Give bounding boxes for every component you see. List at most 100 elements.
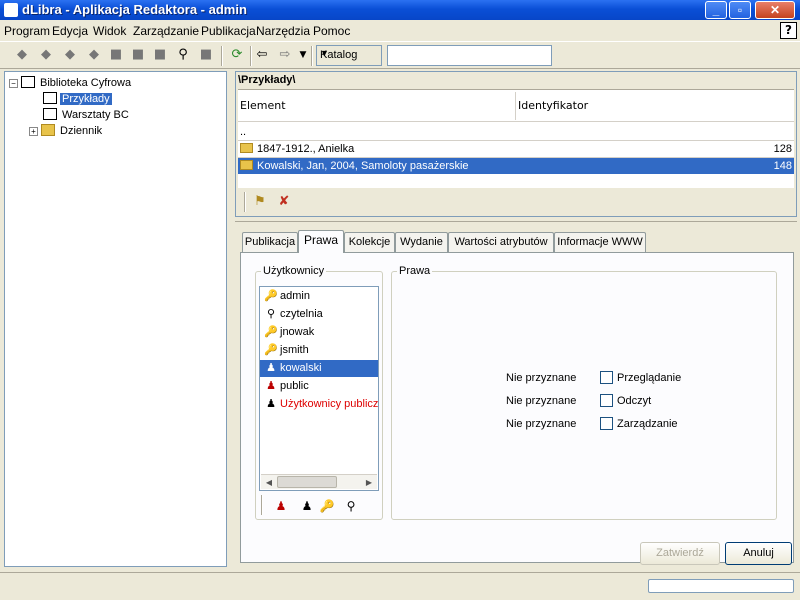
menu-program[interactable]: Program [4, 24, 50, 38]
catalog-select[interactable]: Katalog ▼ [316, 45, 382, 66]
rights-tab-panel: Użytkownicy 🔑 admin ⚲ czytelnia 🔑 jnowak 🔑 j… [240, 252, 794, 563]
tab-prawa[interactable]: Prawa [298, 230, 344, 253]
menu-publikacja[interactable]: Publikacja [201, 24, 256, 38]
minimize-button[interactable]: _ [705, 1, 727, 19]
element-list-panel: \Przykłady\ Element Identyfikator .. 184… [235, 71, 797, 217]
read-checkbox[interactable] [600, 394, 613, 407]
properties-icon[interactable]: ◆ [86, 47, 102, 63]
status-bar [0, 572, 800, 600]
manage-checkbox[interactable] [600, 417, 613, 430]
user-icon: ♟ [266, 362, 276, 374]
scroll-right-icon[interactable]: ▶ [362, 476, 376, 489]
element-table: Element Identyfikator .. 1847-1912., Ani… [238, 89, 794, 188]
book-icon [240, 143, 253, 153]
table-header: Element Identyfikator [238, 90, 794, 122]
public-user-button[interactable]: ♟ [272, 498, 290, 514]
ip-user-button[interactable]: ⚲ [342, 498, 360, 514]
public-user-icon: ♟ [266, 380, 276, 392]
tree-item-warsztaty[interactable]: Warsztaty BC [43, 108, 131, 121]
menu-edycja[interactable]: Edycja [52, 24, 88, 38]
journal-icon [41, 124, 55, 136]
folder-icon [21, 76, 35, 88]
manage-label: Zarządzanie [617, 418, 678, 430]
table-row-parent[interactable]: .. [238, 124, 794, 140]
rights-status: Nie przyznane [506, 372, 577, 384]
list-item[interactable]: ⚲ czytelnia [260, 306, 378, 323]
sync-icon[interactable]: ⟳ [229, 47, 245, 63]
chevron-down-icon: ▼ [320, 48, 329, 58]
list-item[interactable]: 🔑 jsmith [260, 342, 378, 359]
book-icon [240, 160, 253, 170]
ip-user-icon: ⚲ [266, 308, 276, 320]
tree-item-dziennik[interactable]: + Dziennik [29, 124, 104, 137]
table-row[interactable]: Kowalski, Jan, 2004, Samoloty pasażerski… [238, 158, 794, 174]
search-input[interactable] [387, 45, 552, 66]
list-item[interactable]: ♟ Użytkownicy publiczni [260, 396, 378, 413]
close-button[interactable]: ✕ [755, 1, 795, 19]
lock-icon[interactable]: ■ [108, 47, 124, 63]
tree-item-przyklady[interactable]: Przykłady [43, 92, 112, 105]
back-arrow-icon[interactable]: ⇦ [254, 47, 270, 63]
maximize-button[interactable]: ▫ [729, 1, 751, 19]
admin-user-icon: 🔑 [264, 290, 278, 302]
new-publication-icon[interactable]: ◆ [38, 47, 54, 63]
help-icon[interactable]: ? [780, 22, 797, 39]
users-list-scrollbar[interactable]: ◀ ▶ [261, 474, 377, 489]
collapse-icon[interactable]: − [9, 79, 18, 88]
read-label: Odczyt [617, 395, 652, 407]
menu-narzedzia[interactable]: Narzędzia [256, 24, 310, 38]
scroll-left-icon[interactable]: ◀ [262, 476, 276, 489]
tab-informacje-www[interactable]: Informacje WWW [554, 232, 646, 252]
current-path: \Przykłady\ [238, 74, 296, 86]
window-title: dLibra - Aplikacja Redaktora - admin [22, 2, 247, 17]
new-group-icon[interactable]: ◆ [62, 47, 78, 63]
tree-item-root[interactable]: − Biblioteka Cyfrowa [9, 76, 133, 89]
admin-user-button[interactable]: 🔑 [318, 498, 336, 514]
table-row[interactable]: 1847-1912., Anielka 128 [238, 141, 794, 157]
rights-status: Nie przyznane [506, 418, 577, 430]
edit-icon[interactable]: ■ [152, 47, 168, 63]
apply-button[interactable]: Zatwierdź [640, 542, 720, 565]
details-panel: Publikacja Prawa Kolekcje Wydanie Wartoś… [235, 221, 797, 567]
menu-pomoc[interactable]: Pomoc [313, 24, 350, 38]
help-publication-icon[interactable]: ⚑ [252, 194, 268, 210]
list-item[interactable]: ♟ public [260, 378, 378, 395]
admin-user-icon: 🔑 [264, 344, 278, 356]
scroll-thumb[interactable] [277, 476, 337, 488]
users-list: 🔑 admin ⚲ czytelnia 🔑 jnowak 🔑 jsmith ♟ kowal… [259, 286, 379, 491]
column-header-element[interactable]: Element [240, 99, 286, 112]
folder-icon [43, 108, 57, 120]
users-legend: Użytkownicy [261, 265, 327, 277]
refresh-icon[interactable]: ■ [198, 47, 214, 63]
browse-label: Przeglądanie [617, 372, 682, 384]
delete-icon[interactable]: ■ [130, 47, 146, 63]
menu-zarzadzanie[interactable]: Zarządzanie [133, 24, 199, 38]
expand-icon[interactable]: + [29, 127, 38, 136]
menu-widok[interactable]: Widok [93, 24, 126, 38]
tab-publikacja[interactable]: Publikacja [242, 232, 298, 252]
title-bar: dLibra - Aplikacja Redaktora - admin _ ▫… [0, 0, 800, 20]
list-item[interactable]: 🔑 admin [260, 288, 378, 305]
remove-publication-icon[interactable]: ✘ [276, 194, 292, 210]
tab-wartosci-atrybutow[interactable]: Wartości atrybutów [448, 232, 554, 252]
list-item[interactable]: 🔑 jnowak [260, 324, 378, 341]
column-header-identifier[interactable]: Identyfikator [518, 99, 588, 112]
progress-bar [648, 579, 794, 593]
new-directory-icon[interactable]: ◆ [14, 47, 30, 63]
forward-arrow-icon[interactable]: ⇨ [277, 47, 293, 63]
rights-status: Nie przyznane [506, 395, 577, 407]
cancel-button[interactable]: Anuluj [725, 542, 792, 565]
tab-wydanie[interactable]: Wydanie [395, 232, 448, 252]
list-item[interactable]: ♟ kowalski [260, 360, 378, 377]
browse-checkbox[interactable] [600, 371, 613, 384]
rights-group: Prawa Nie przyznane Przeglądanie Nie prz… [391, 265, 777, 520]
menu-bar: Program Edycja Widok Zarządzanie Publika… [0, 20, 800, 41]
history-dropdown-icon[interactable]: ▼ [295, 47, 311, 63]
rights-legend: Prawa [397, 265, 433, 277]
tab-kolekcje[interactable]: Kolekcje [344, 232, 395, 252]
app-icon [4, 3, 18, 17]
toolbar: ◆ ◆ ◆ ◆ ■ ■ ■ ⚲ ■ ⟳ ⇦ ⇨ ▼ Katalog ▼ [0, 41, 800, 69]
user-group-icon: ♟ [266, 398, 276, 410]
add-user-button[interactable]: ♟ [298, 498, 316, 514]
search-icon[interactable]: ⚲ [175, 47, 191, 63]
